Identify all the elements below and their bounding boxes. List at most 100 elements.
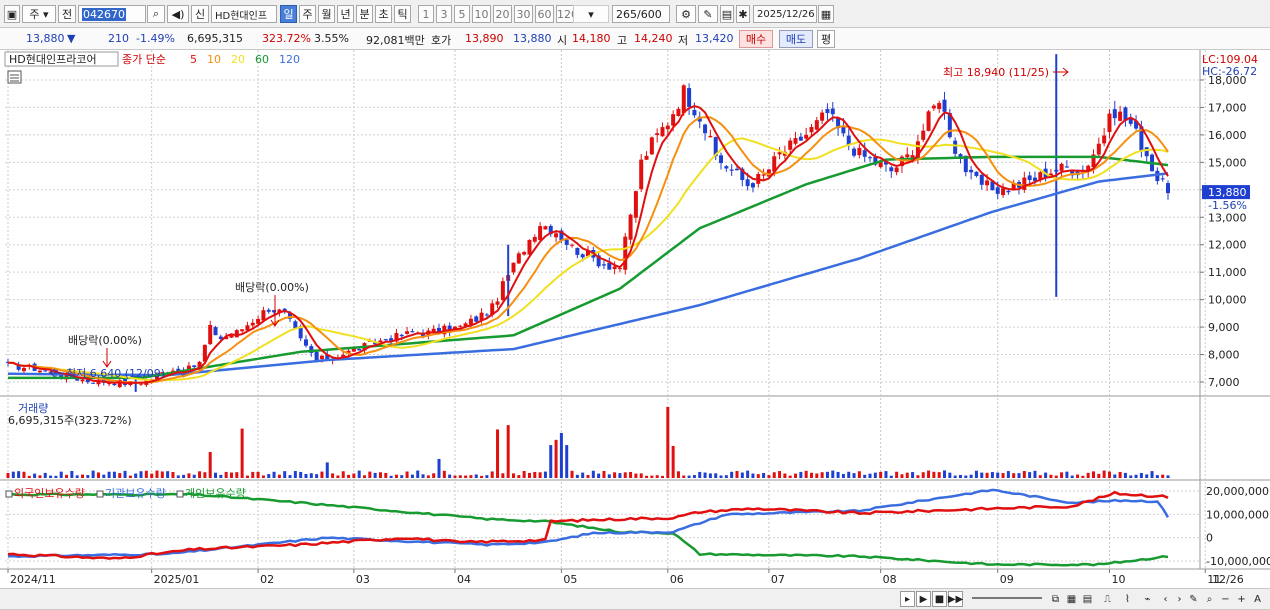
pen-icon[interactable]: ✎ (1186, 591, 1201, 607)
period-button-6[interactable]: 틱 (394, 5, 411, 23)
volume-bar (533, 471, 537, 478)
period-button-2[interactable]: 월 (318, 5, 335, 23)
candle-body (208, 324, 213, 345)
volume-bar (682, 475, 686, 478)
candle-body (261, 310, 266, 321)
stop-icon[interactable]: ■ (932, 591, 947, 607)
volume-bar (623, 472, 627, 478)
candle-body (846, 135, 851, 145)
period-dropdown[interactable]: ▾ (573, 5, 609, 23)
volume-value-label: 6,695,315주(323.72%) (8, 414, 132, 427)
period-button-3[interactable]: 년 (337, 5, 354, 23)
x-tick-label: 10 (1111, 573, 1125, 586)
minus-icon[interactable]: − (1218, 591, 1233, 607)
volume-bar (527, 472, 531, 478)
volume-bar (224, 471, 228, 478)
drawing-icon[interactable]: ✎ (698, 5, 718, 23)
prev-button[interactable]: 전 (58, 5, 76, 23)
volume-bar (22, 471, 26, 478)
play-icon[interactable]: ▶ (916, 591, 931, 607)
candle-body (894, 167, 899, 173)
volume-bar (464, 475, 468, 478)
chevron-right-icon[interactable]: › (1172, 591, 1187, 607)
volume-bar (1044, 472, 1048, 478)
volume-bar (277, 474, 281, 478)
candle-body (458, 325, 463, 327)
volume-bar (772, 472, 776, 478)
interval-button-20[interactable]: 20 (493, 5, 512, 23)
interval-button-10[interactable]: 10 (472, 5, 491, 23)
sell-button[interactable]: 매도 (779, 30, 813, 48)
ruler-icon[interactable]: ⎍ (1100, 591, 1115, 607)
stock-chart[interactable]: 40,000K20,000K 20,000,00010,000,0000-10,… (0, 50, 1270, 588)
candle-body (974, 171, 979, 176)
layout-icon[interactable]: ⧉ (1048, 591, 1063, 607)
period-button-5[interactable]: 초 (375, 5, 392, 23)
interval-button-5[interactable]: 5 (454, 5, 470, 23)
volume-bar (788, 475, 792, 478)
plus-icon[interactable]: + (1234, 591, 1249, 607)
search-icon[interactable]: ⌕ (147, 5, 165, 23)
speaker-icon[interactable]: ◀) (167, 5, 189, 23)
volume-bar (581, 472, 585, 478)
chart-tools-icon[interactable]: ⚙ (676, 5, 696, 23)
settings-gear-icon[interactable]: ✱ (736, 5, 750, 23)
price-tick-label: 7,000 (1208, 376, 1240, 389)
volume-bar (639, 473, 643, 478)
candle-body (953, 140, 958, 154)
volume-bar (645, 475, 649, 478)
interval-button-1[interactable]: 1 (418, 5, 434, 23)
x-tick-label: 02 (260, 573, 274, 586)
candle-body (405, 331, 410, 334)
volume-bar (182, 474, 186, 478)
grid-icon[interactable]: ▦ (1064, 591, 1079, 607)
candle-body (687, 88, 692, 107)
volume-bar (746, 470, 750, 478)
volume-bar (171, 472, 175, 478)
count-field[interactable]: 265/600 (612, 5, 670, 23)
stock-name-field[interactable]: HD현대인프 (211, 5, 277, 23)
volume-bar (33, 473, 37, 478)
period-button-1[interactable]: 주 (299, 5, 316, 23)
text-size-icon[interactable]: A (1250, 591, 1265, 607)
period-button-4[interactable]: 분 (356, 5, 373, 23)
interval-button-30[interactable]: 30 (514, 5, 533, 23)
new-badge[interactable]: 신 (191, 5, 209, 23)
stock-code-input[interactable]: 042670 (78, 5, 146, 23)
interval-button-3[interactable]: 3 (436, 5, 452, 23)
interval-button-60[interactable]: 60 (535, 5, 554, 23)
draw-icon[interactable]: ⌇ (1120, 591, 1135, 607)
buy-button[interactable]: 매수 (739, 30, 773, 48)
volume-bar (357, 470, 361, 478)
scroll-left-icon[interactable]: ▸ (900, 591, 915, 607)
bookmark-icon[interactable]: ▤ (720, 5, 734, 23)
volume-bar (38, 475, 42, 478)
candle-body (319, 355, 324, 360)
zoom-slider[interactable] (972, 597, 1042, 599)
zoom-search-icon[interactable]: ⌕ (1202, 591, 1217, 607)
volume-bar (634, 473, 638, 478)
volume-bar (921, 472, 925, 478)
table-icon[interactable]: ▤ (1080, 591, 1095, 607)
ask-price: 13,890 (465, 32, 504, 45)
link-icon[interactable]: ⌁ (1140, 591, 1155, 607)
volume-bar (432, 473, 436, 478)
volume-bar (27, 475, 31, 478)
calendar-icon[interactable]: ▦ (818, 5, 834, 23)
volume-bar (490, 471, 494, 478)
candle-body (601, 264, 606, 266)
window-icon[interactable]: ▣ (4, 5, 20, 23)
date-field[interactable]: 2025/12/26 (753, 5, 817, 23)
period-button-0[interactable]: 일 (280, 5, 297, 23)
volume-bar (240, 428, 244, 478)
fast-forward-icon[interactable]: ▶▶ (948, 591, 963, 607)
volume-bar (676, 471, 680, 478)
market-select[interactable]: 주 ▾ (22, 5, 56, 23)
eval-button[interactable]: 평 (817, 30, 835, 48)
volume-bar (384, 472, 388, 478)
volume-bar (442, 470, 446, 478)
volume-bar (320, 471, 324, 478)
candle-body (1059, 163, 1064, 171)
volume-bar (283, 471, 287, 478)
chevron-left-icon[interactable]: ‹ (1158, 591, 1173, 607)
